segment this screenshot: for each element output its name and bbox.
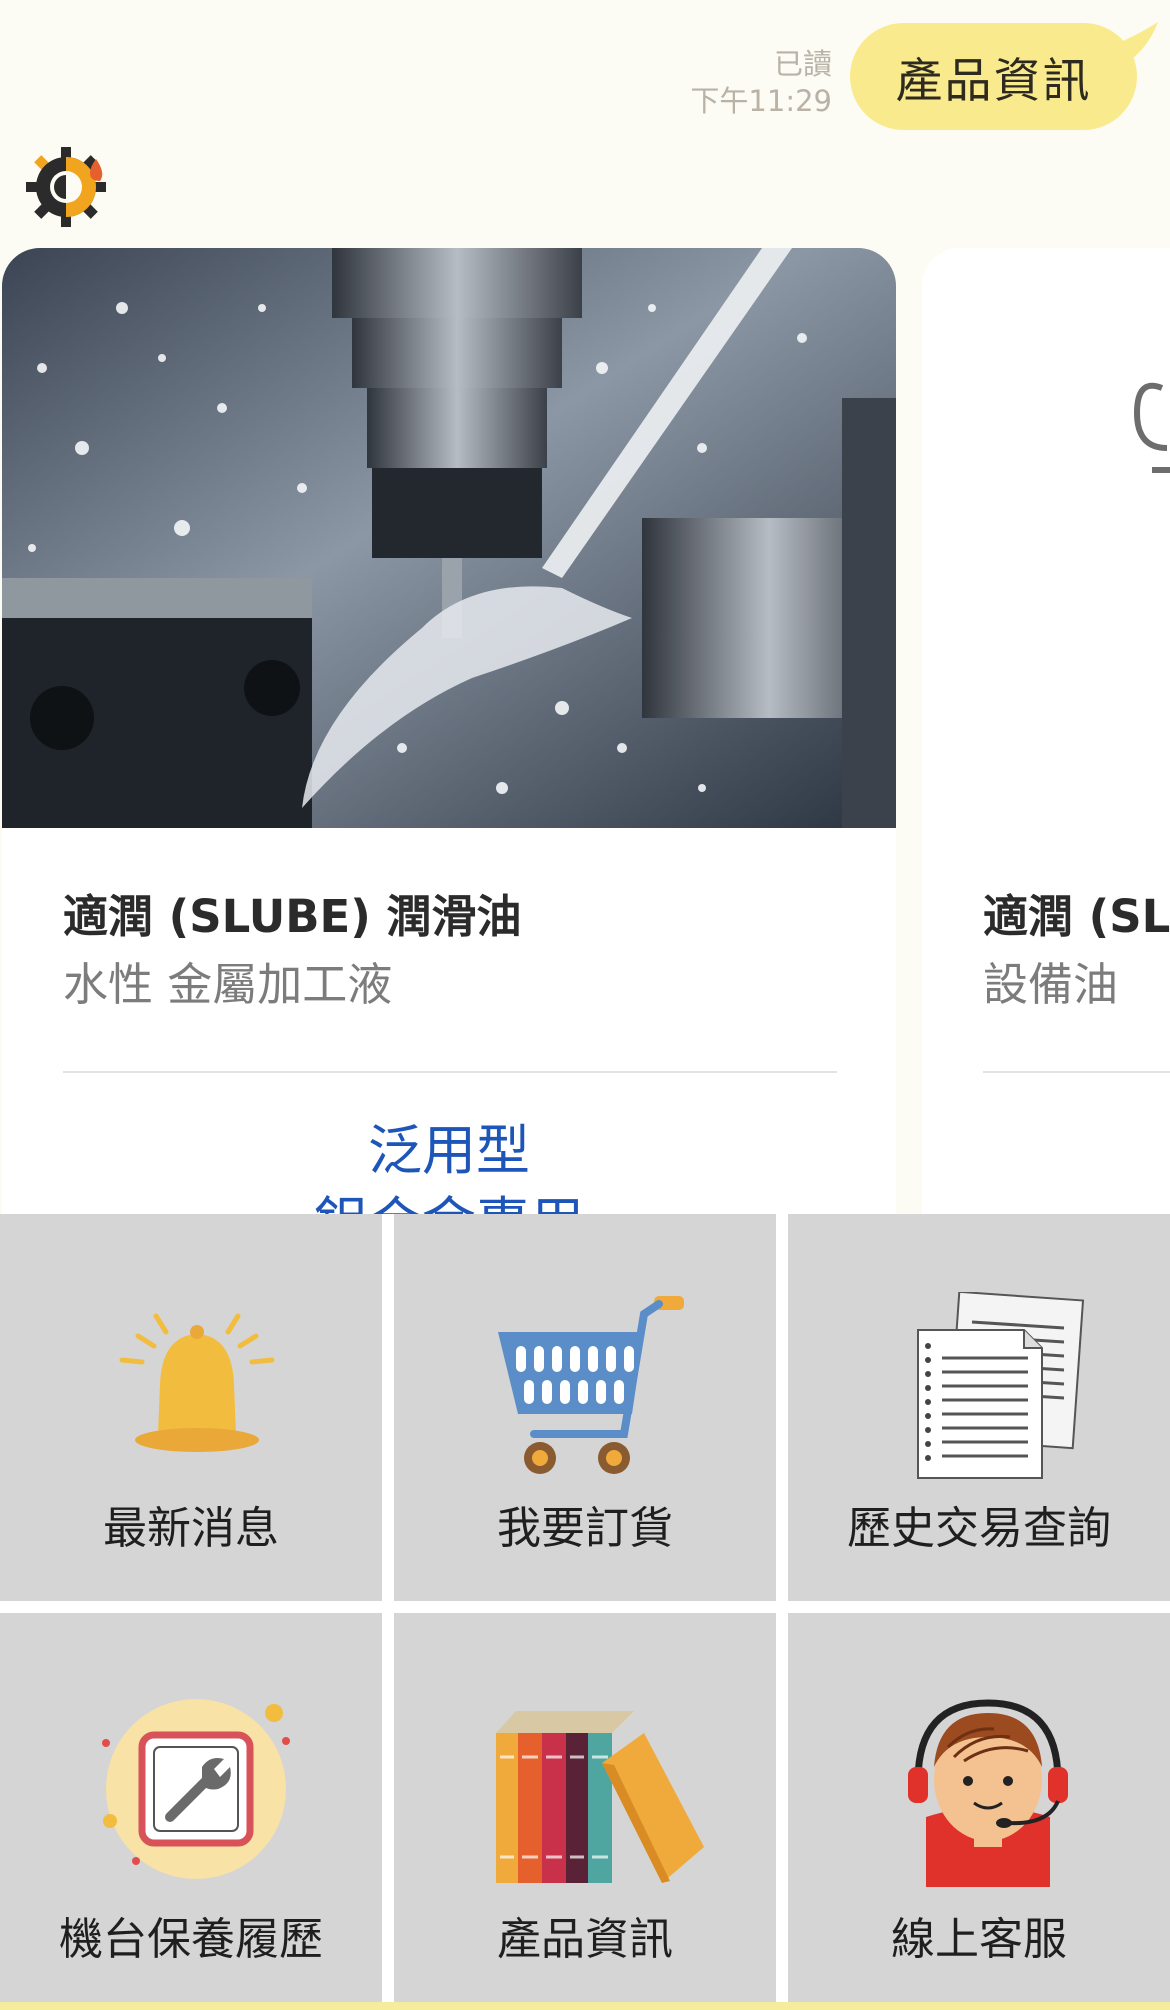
menu-item-history[interactable]: 歷史交易查詢 bbox=[788, 1214, 1170, 1601]
menu-item-order[interactable]: 我要訂貨 bbox=[394, 1214, 776, 1601]
card-title: 適潤 (SLU bbox=[983, 890, 1170, 943]
menu-item-label: 機台保養履歷 bbox=[59, 1914, 323, 1965]
menu-item-label: 產品資訊 bbox=[497, 1914, 673, 1965]
menu-item-label: 線上客服 bbox=[891, 1914, 1067, 1965]
card-hero-image bbox=[2, 248, 896, 828]
books-icon bbox=[496, 1711, 704, 1883]
customer-service-icon bbox=[908, 1699, 1068, 1887]
documents-icon bbox=[917, 1292, 1084, 1479]
product-card[interactable]: 適潤 (SLUBE) 潤滑油 水性 金屬加工液 泛用型 鋁合金專用 bbox=[2, 248, 896, 1214]
menu-bottom-strip bbox=[0, 2002, 1170, 2010]
divider bbox=[63, 1071, 837, 1073]
user-message-bubble[interactable]: 產品資訊 bbox=[850, 23, 1137, 130]
divider bbox=[983, 1071, 1170, 1073]
card-hero-image bbox=[922, 248, 1170, 828]
menu-item-label: 我要訂貨 bbox=[497, 1503, 673, 1554]
rich-menu: 最新消息 我要訂貨 歷史交易查詢 機台保養履歷 產品資訊 線上客服 bbox=[0, 1214, 1170, 2010]
action-general-purpose[interactable]: 泛用型 bbox=[2, 1106, 896, 1185]
menu-item-news[interactable]: 最新消息 bbox=[0, 1214, 382, 1601]
menu-item-support[interactable]: 線上客服 bbox=[788, 1613, 1170, 2010]
message-meta: 已讀 下午11:29 bbox=[690, 46, 832, 120]
card-title: 適潤 (SLUBE) 潤滑油 bbox=[63, 890, 522, 943]
card-subtitle: 設備油 bbox=[983, 958, 1119, 1011]
menu-item-label: 歷史交易查詢 bbox=[847, 1503, 1111, 1554]
shopping-cart-icon bbox=[498, 1296, 684, 1474]
menu-item-products[interactable]: 產品資訊 bbox=[394, 1613, 776, 2010]
wrench-icon bbox=[102, 1699, 290, 1879]
menu-item-label: 最新消息 bbox=[103, 1503, 279, 1554]
card-subtitle: 水性 金屬加工液 bbox=[63, 958, 393, 1011]
product-card[interactable]: 適潤 (SLU 設備油 bbox=[922, 248, 1170, 1214]
message-time: 下午11:29 bbox=[690, 84, 832, 118]
read-receipt: 已讀 bbox=[773, 47, 832, 81]
bell-icon bbox=[119, 1313, 275, 1452]
menu-item-maintenance[interactable]: 機台保養履歷 bbox=[0, 1613, 382, 2010]
bot-avatar-gear-icon[interactable] bbox=[26, 143, 112, 229]
action-aluminum-alloy[interactable]: 鋁合金專用 bbox=[2, 1178, 896, 1214]
chat-area: 已讀 下午11:29 產品資訊 適潤 (SLUBE) 潤滑油 水性 金屬加工液 … bbox=[0, 0, 1170, 1214]
